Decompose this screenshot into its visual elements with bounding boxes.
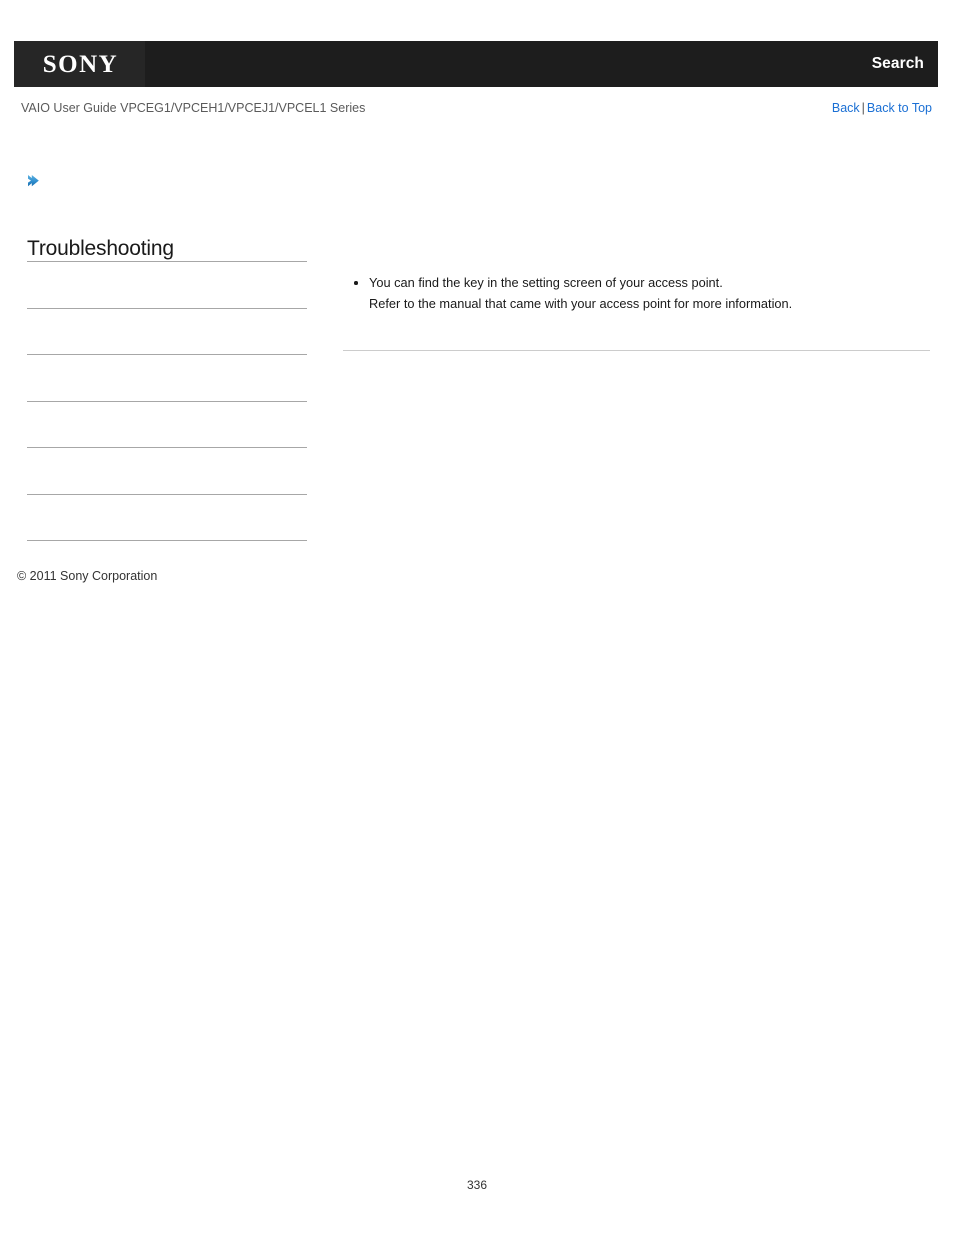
sidebar-item-4[interactable] bbox=[27, 402, 307, 448]
site-header: SONY Search bbox=[14, 41, 938, 87]
header-nav-links: Back | Back to Top bbox=[832, 101, 932, 115]
subheader: VAIO User Guide VPCEG1/VPCEH1/VPCEJ1/VPC… bbox=[0, 101, 954, 121]
chevron-right-icon[interactable] bbox=[25, 172, 43, 190]
content-divider bbox=[343, 350, 930, 351]
copyright-notice: © 2011 Sony Corporation bbox=[17, 569, 158, 583]
guide-title: VAIO User Guide VPCEG1/VPCEH1/VPCEJ1/VPC… bbox=[21, 101, 366, 115]
nav-separator: | bbox=[861, 101, 865, 115]
back-to-top-link[interactable]: Back to Top bbox=[867, 101, 932, 115]
bullet-line-1: You can find the key in the setting scre… bbox=[369, 275, 723, 290]
sidebar-item-6[interactable] bbox=[27, 495, 307, 541]
search-button[interactable]: Search bbox=[872, 41, 924, 87]
sony-wordmark-text: SONY bbox=[42, 50, 119, 78]
sidebar-item-1[interactable] bbox=[27, 262, 307, 309]
page-title: Troubleshooting bbox=[27, 237, 174, 261]
sony-logo[interactable]: SONY bbox=[14, 41, 145, 87]
search-label: Search bbox=[871, 55, 924, 72]
list-item: You can find the key in the setting scre… bbox=[343, 273, 930, 314]
sidebar-item-5[interactable] bbox=[27, 448, 307, 495]
sidebar-item-2[interactable] bbox=[27, 309, 307, 355]
answer-bullet-list: You can find the key in the setting scre… bbox=[343, 273, 930, 314]
bullet-line-2: Refer to the manual that came with your … bbox=[369, 295, 793, 311]
sidebar-item-3[interactable] bbox=[27, 355, 307, 402]
page-number: 336 bbox=[466, 1178, 488, 1192]
back-link[interactable]: Back bbox=[832, 101, 860, 115]
sidebar-nav-list bbox=[27, 261, 307, 541]
